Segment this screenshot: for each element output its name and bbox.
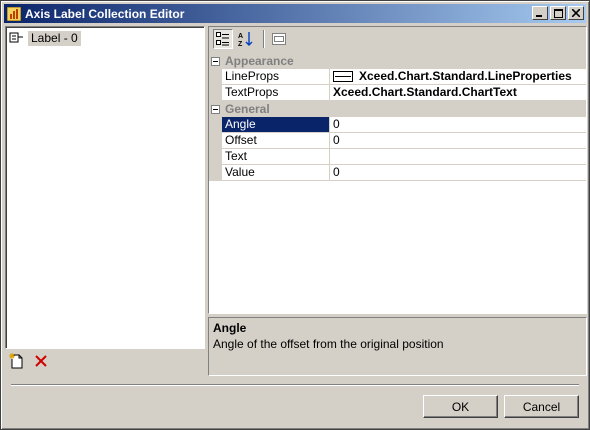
chart-app-icon xyxy=(6,6,22,21)
line-style-icon xyxy=(333,71,353,82)
property-row-offset[interactable]: Offset 0 xyxy=(209,133,586,149)
categorized-icon xyxy=(216,32,229,46)
property-row-lineprops[interactable]: LineProps Xceed.Chart.Standard.LinePrope… xyxy=(209,69,586,85)
sort-az-icon: A Z xyxy=(238,32,253,47)
red-x-delete-icon[interactable] xyxy=(33,353,49,369)
property-value-text: Xceed.Chart.Standard.LineProperties xyxy=(359,69,572,83)
close-button[interactable] xyxy=(568,6,584,20)
label-item-icon xyxy=(9,31,25,45)
toolbar-separator xyxy=(263,30,265,48)
property-row-value[interactable]: Value 0 xyxy=(209,165,586,181)
description-panel: Angle Angle of the offset from the origi… xyxy=(208,317,587,376)
property-value[interactable]: Xceed.Chart.Standard.LineProperties xyxy=(330,69,586,85)
property-name: Text xyxy=(222,149,330,165)
svg-text:A: A xyxy=(238,33,243,40)
property-name: Angle xyxy=(222,117,330,133)
category-row-general[interactable]: General xyxy=(209,101,586,117)
maximize-button[interactable] xyxy=(550,6,566,20)
alphabetical-button[interactable]: A Z xyxy=(236,29,256,49)
minus-box-icon xyxy=(211,56,220,66)
property-value[interactable]: 0 xyxy=(330,133,586,149)
title-bar[interactable]: Axis Label Collection Editor xyxy=(4,4,586,23)
property-value-text: Xceed.Chart.Standard.ChartText xyxy=(333,85,517,99)
property-value[interactable] xyxy=(330,149,586,165)
collapse-toggle[interactable] xyxy=(209,53,222,69)
minimize-button[interactable] xyxy=(532,6,548,20)
property-name: TextProps xyxy=(222,85,330,101)
property-value[interactable]: 0 xyxy=(330,165,586,181)
dialog-separator xyxy=(11,384,579,386)
dialog-window: Axis Label Collection Editor Label - 0 A… xyxy=(0,0,590,430)
description-title: Angle xyxy=(213,321,247,335)
property-grid-toolbar: A Z xyxy=(209,27,586,51)
description-text: Angle of the offset from the original po… xyxy=(213,337,444,351)
categorized-button[interactable] xyxy=(213,29,233,49)
cancel-button[interactable]: Cancel xyxy=(504,395,579,418)
property-name: LineProps xyxy=(222,69,330,85)
property-row-textprops[interactable]: TextProps Xceed.Chart.Standard.ChartText xyxy=(209,85,586,101)
category-label: General xyxy=(225,102,270,116)
property-row-angle[interactable]: Angle 0 xyxy=(209,117,586,133)
property-row-text[interactable]: Text xyxy=(209,149,586,165)
list-item-label: Label - 0 xyxy=(28,30,81,46)
property-pages-icon xyxy=(272,33,286,45)
minus-box-icon xyxy=(211,104,220,114)
new-document-icon[interactable] xyxy=(9,353,25,369)
close-icon xyxy=(572,9,580,17)
collapse-toggle[interactable] xyxy=(209,101,222,117)
members-list[interactable]: Label - 0 xyxy=(5,26,205,349)
property-value[interactable]: 0 xyxy=(330,117,586,133)
property-grid-body: Appearance LineProps Xceed.Chart.Standar… xyxy=(209,53,586,313)
svg-text:Z: Z xyxy=(238,41,243,47)
property-name: Value xyxy=(222,165,330,181)
property-name: Offset xyxy=(222,133,330,149)
category-label: Appearance xyxy=(225,54,294,68)
property-value[interactable]: Xceed.Chart.Standard.ChartText xyxy=(330,85,586,101)
property-pages-button[interactable] xyxy=(269,29,289,49)
window-title: Axis Label Collection Editor xyxy=(25,6,185,21)
list-item[interactable]: Label - 0 xyxy=(9,30,81,46)
maximize-icon xyxy=(553,8,563,18)
property-grid: A Z Appearance LineProps Xceed.Chart.Sta… xyxy=(208,26,587,314)
minimize-icon xyxy=(536,15,542,17)
category-row-appearance[interactable]: Appearance xyxy=(209,53,586,69)
ok-button[interactable]: OK xyxy=(423,395,498,418)
